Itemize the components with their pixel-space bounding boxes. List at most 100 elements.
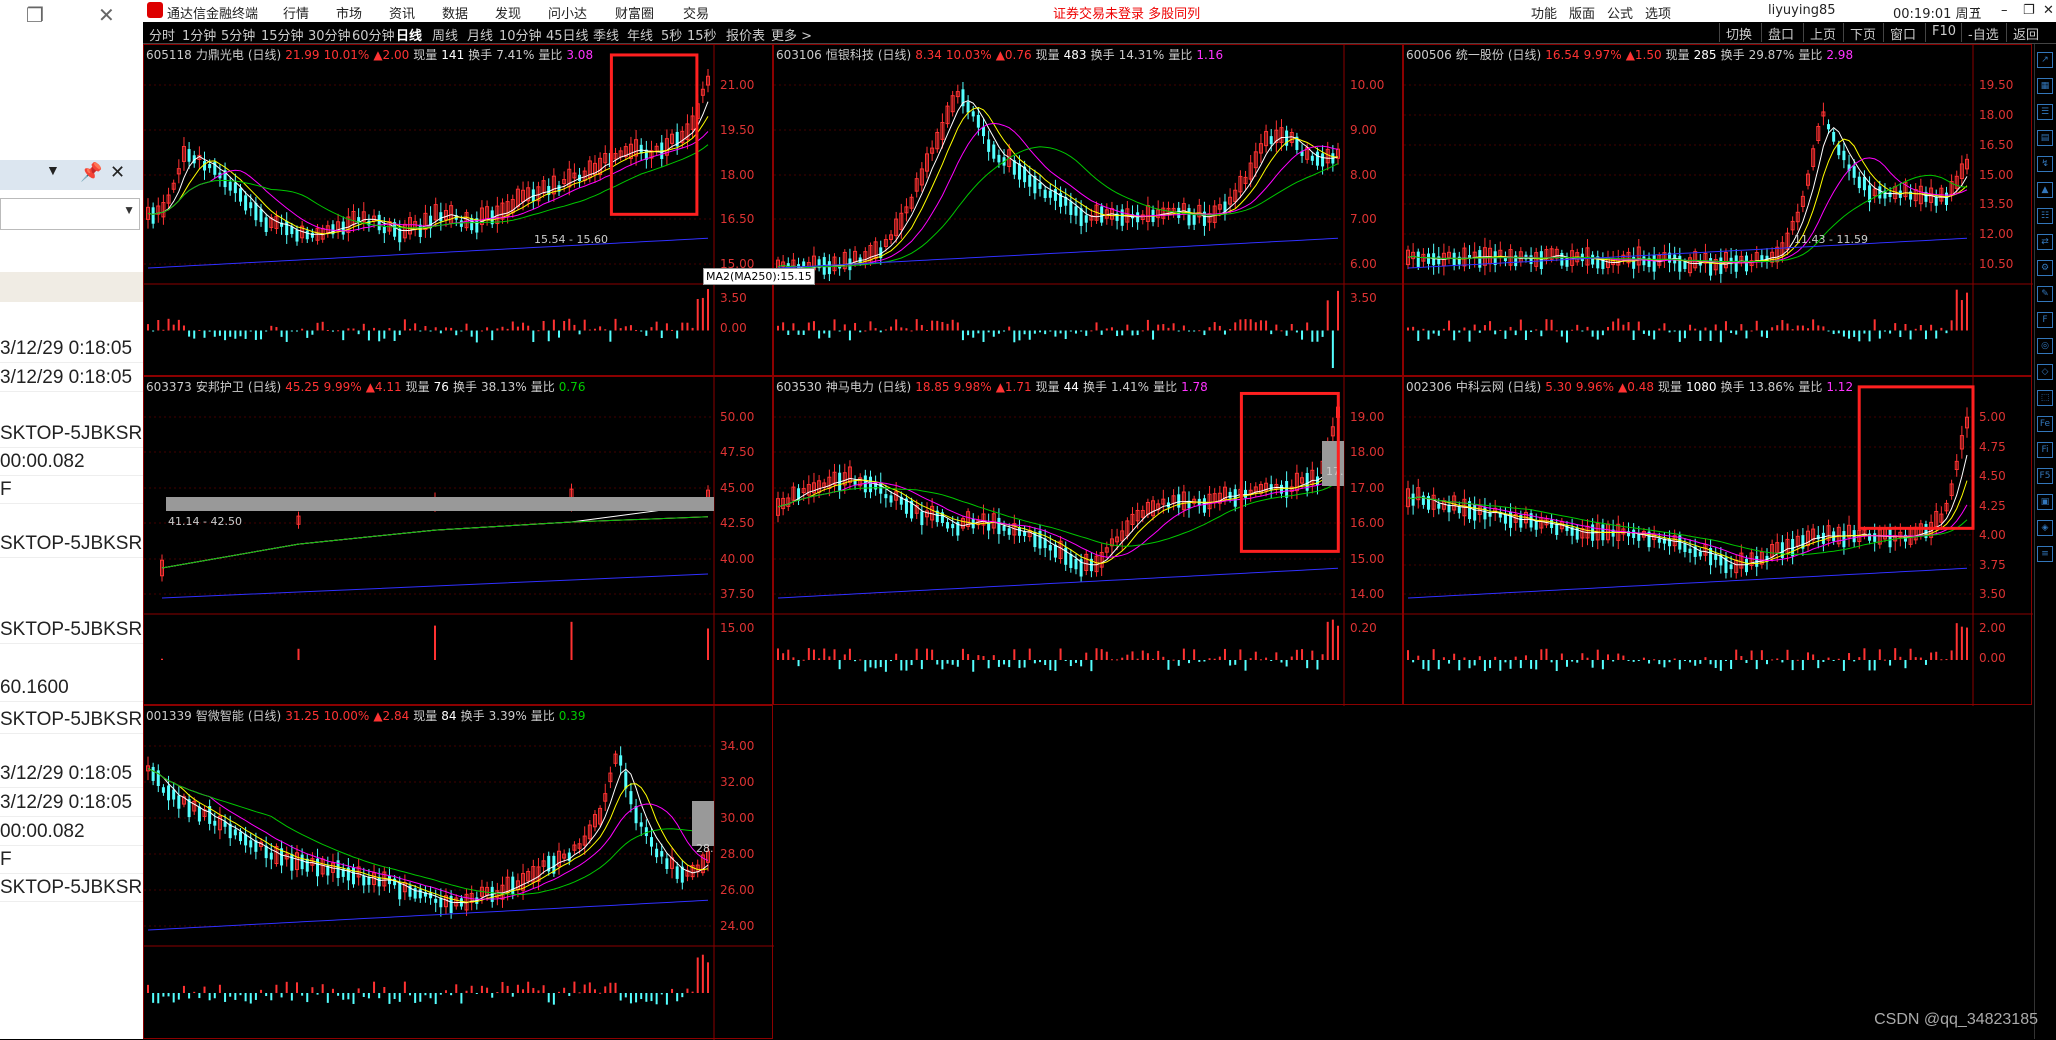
- back-icon[interactable]: ‹: [1975, 3, 1980, 18]
- period-0[interactable]: 分时: [149, 25, 175, 44]
- toolbar-btn-1[interactable]: 盘口: [1761, 23, 1800, 42]
- period-1[interactable]: 1分钟: [182, 25, 216, 44]
- menu-options[interactable]: 选项: [1645, 3, 1671, 22]
- kline-chart[interactable]: 34.0032.0030.0028.0026.0024.0028.: [144, 706, 774, 1040]
- side-tool-icon-11[interactable]: ◎: [2037, 338, 2053, 354]
- pane-combo[interactable]: ▼: [0, 198, 140, 230]
- side-tool-icon-8[interactable]: ⚙: [2037, 260, 2053, 276]
- menu-item-6[interactable]: 财富圈: [615, 3, 654, 22]
- close-pane-icon[interactable]: ✕: [110, 162, 125, 183]
- side-tool-icon-1[interactable]: ▦: [2037, 78, 2053, 94]
- menu-formula[interactable]: 公式: [1607, 3, 1633, 22]
- volume-bar: [1787, 324, 1789, 331]
- header-price: 16.54: [1545, 48, 1579, 62]
- side-tool-icon-2[interactable]: ☰: [2037, 104, 2053, 120]
- kline-chart[interactable]: 10.009.008.007.006.003.50: [774, 45, 1404, 377]
- kline-chart[interactable]: 21.0019.5018.0016.5015.003.500.0015.54 -…: [144, 45, 774, 377]
- period-10[interactable]: 45日线: [546, 25, 589, 44]
- left-row-10: 3/12/29 0:18:05: [0, 789, 143, 817]
- toolbar-btn-6[interactable]: -自选: [1961, 23, 2005, 42]
- side-tool-icon-0[interactable]: ↗: [2037, 52, 2053, 68]
- volume-bar: [1858, 331, 1860, 342]
- period-9[interactable]: 10分钟: [499, 25, 542, 44]
- volume-bar: [1311, 331, 1313, 342]
- stock-panel-002306[interactable]: 5.004.754.504.254.003.753.502.000.000023…: [1403, 376, 2032, 705]
- side-tool-icon-5[interactable]: ▲: [2037, 182, 2053, 198]
- kline-chart[interactable]: 50.0047.5045.0042.5040.0037.5015.0041.14…: [144, 377, 774, 706]
- side-tool-icon-15[interactable]: Fi: [2037, 442, 2053, 458]
- candle-body: [1285, 481, 1288, 498]
- side-tool-icon-14[interactable]: Fe: [2037, 416, 2053, 432]
- period-2[interactable]: 5分钟: [221, 25, 255, 44]
- candle-body: [1658, 539, 1661, 543]
- kline-chart[interactable]: 19.5018.0016.5015.0013.5012.0010.5011.43…: [1404, 45, 2033, 377]
- toolbar-btn-3[interactable]: 下页: [1843, 23, 1882, 42]
- trade-warning[interactable]: 证券交易未登录 多股同列: [1053, 3, 1200, 22]
- side-tool-icon-12[interactable]: ◇: [2037, 364, 2053, 380]
- side-tool-icon-9[interactable]: ✎: [2037, 286, 2053, 302]
- period-4[interactable]: 30分钟: [308, 25, 351, 44]
- side-tool-icon-6[interactable]: ☷: [2037, 208, 2053, 224]
- stock-panel-603530[interactable]: 19.0018.0017.0016.0015.0014.000.2017.603…: [773, 376, 1403, 705]
- side-tool-icon-13[interactable]: ⬚: [2037, 390, 2053, 406]
- stock-panel-605118[interactable]: 21.0019.5018.0016.5015.003.500.0015.54 -…: [143, 44, 773, 376]
- volume-bar: [1316, 331, 1318, 342]
- dropdown-icon[interactable]: ▼: [46, 162, 60, 178]
- menu-item-3[interactable]: 数据: [442, 3, 468, 22]
- period-11[interactable]: 季线: [593, 25, 619, 44]
- menu-item-1[interactable]: 市场: [336, 3, 362, 22]
- side-tool-icon-19[interactable]: ≡: [2037, 546, 2053, 562]
- minimize-icon[interactable]: –: [2001, 3, 2008, 18]
- side-tool-icon-18[interactable]: ◈: [2037, 520, 2053, 536]
- stock-panel-600506[interactable]: 19.5018.0016.5015.0013.5012.0010.5011.43…: [1403, 44, 2032, 376]
- stock-panel-603106[interactable]: 10.009.008.007.006.003.50603106恒银科技(日线)8…: [773, 44, 1403, 376]
- side-tool-icon-7[interactable]: ⇄: [2037, 234, 2053, 250]
- toolbar-btn-5[interactable]: F10: [1925, 23, 1962, 42]
- kline-chart[interactable]: 5.004.754.504.254.003.753.502.000.00: [1404, 377, 2033, 706]
- toolbar-btn-2[interactable]: 上页: [1803, 23, 1842, 42]
- volume-bar: [1586, 658, 1588, 660]
- side-tool-icon-4[interactable]: ↯: [2037, 156, 2053, 172]
- username[interactable]: liyuying85: [1768, 3, 1836, 18]
- volume-bar: [957, 660, 959, 667]
- restore-icon[interactable]: ❐: [26, 0, 44, 32]
- period-16[interactable]: 更多 >: [771, 25, 812, 44]
- period-14[interactable]: 15秒: [687, 25, 717, 44]
- period-7[interactable]: 周线: [432, 25, 458, 44]
- period-6[interactable]: 日线: [396, 25, 422, 44]
- close-icon[interactable]: ✕: [98, 0, 115, 32]
- moving-average-line: [1408, 128, 1967, 265]
- menu-item-5[interactable]: 问小达: [548, 3, 587, 22]
- side-tool-icon-10[interactable]: F: [2037, 312, 2053, 328]
- header-vol: 44: [1064, 380, 1079, 394]
- side-tool-icon-16[interactable]: F5: [2037, 468, 2053, 484]
- period-15[interactable]: 报价表: [726, 25, 765, 44]
- stock-panel-001339[interactable]: 34.0032.0030.0028.0026.0024.0028.001339智…: [143, 705, 773, 1039]
- menu-item-0[interactable]: 行情: [283, 3, 309, 22]
- maximize-icon[interactable]: ❐: [2023, 3, 2035, 18]
- side-tool-icon-3[interactable]: ▤: [2037, 130, 2053, 146]
- period-5[interactable]: 60分钟: [352, 25, 395, 44]
- volume-bar: [1617, 319, 1619, 331]
- period-8[interactable]: 月线: [467, 25, 493, 44]
- menu-item-4[interactable]: 发现: [495, 3, 521, 22]
- side-tool-icon-17[interactable]: ▣: [2037, 494, 2053, 510]
- menu-layout[interactable]: 版面: [1569, 3, 1595, 22]
- toolbar-btn-4[interactable]: 窗口: [1883, 23, 1922, 42]
- stock-panel-603373[interactable]: 50.0047.5045.0042.5040.0037.5015.0041.14…: [143, 376, 773, 705]
- toolbar-btn-0[interactable]: 切换: [1719, 23, 1758, 42]
- candle-body: [260, 209, 263, 222]
- kline-chart[interactable]: 19.0018.0017.0016.0015.0014.000.2017.: [774, 377, 1404, 706]
- volume-bar: [404, 319, 406, 330]
- toolbar-btn-7[interactable]: 返回: [2006, 23, 2045, 42]
- menu-function[interactable]: 功能: [1531, 3, 1557, 22]
- period-13[interactable]: 5秒: [661, 25, 682, 44]
- pin-icon[interactable]: 📌: [80, 162, 102, 183]
- period-3[interactable]: 15分钟: [261, 25, 304, 44]
- menu-item-7[interactable]: 交易: [683, 3, 709, 22]
- period-12[interactable]: 年线: [627, 25, 653, 44]
- volume-bar: [275, 327, 277, 330]
- close-icon[interactable]: ✕: [2043, 3, 2054, 18]
- menu-item-2[interactable]: 资讯: [389, 3, 415, 22]
- moving-average-line: [1408, 139, 1967, 263]
